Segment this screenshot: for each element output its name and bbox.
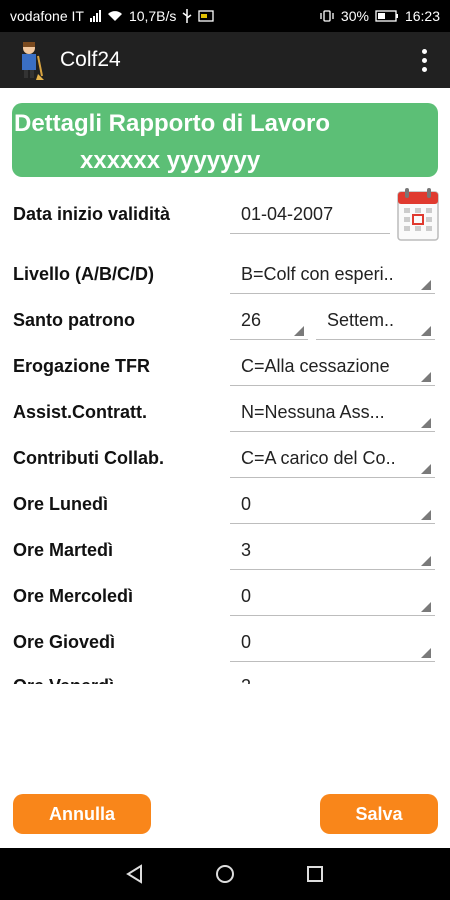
livello-value: B=Colf con esperi.. xyxy=(241,264,394,284)
header-title: Dettagli Rapporto di Lavoro xyxy=(14,110,331,137)
ore-mercoledi-select[interactable]: 0 xyxy=(230,580,435,616)
ore-giovedi-label: Ore Giovedì xyxy=(13,632,116,652)
system-nav-bar xyxy=(0,848,450,900)
app-title: Colf24 xyxy=(60,48,121,71)
recents-icon[interactable] xyxy=(304,863,326,885)
net-speed-label: 10,7B/s xyxy=(128,8,177,24)
dropdown-arrow-icon xyxy=(421,372,431,382)
ore-venerdi-value: 2 xyxy=(241,676,251,684)
vibrate-icon xyxy=(320,10,334,22)
data-inizio-field[interactable]: 01-04-2007 xyxy=(230,198,390,234)
home-icon[interactable] xyxy=(214,863,236,885)
dropdown-arrow-icon xyxy=(421,510,431,520)
santo-day-select[interactable]: 26 xyxy=(230,304,308,340)
back-icon[interactable] xyxy=(124,863,146,885)
header-subtitle: xxxxxx yyyyyyy xyxy=(80,147,261,174)
data-inizio-value: 01-04-2007 xyxy=(241,204,334,224)
livello-label: Livello (A/B/C/D) xyxy=(13,264,155,284)
cancel-button[interactable]: Annulla xyxy=(13,794,151,834)
santo-day-value: 26 xyxy=(241,310,262,330)
ore-venerdi-label: Ore Venerdì xyxy=(13,676,114,684)
ore-lunedi-label: Ore Lunedì xyxy=(13,494,109,514)
header-card: Dettagli Rapporto di Lavoro xxxxxx yyyyy… xyxy=(12,103,438,177)
ore-martedi-label: Ore Martedì xyxy=(13,540,114,560)
form-scroll-area[interactable]: Dettagli Rapporto di Lavoro xxxxxx yyyyy… xyxy=(0,88,450,684)
contributi-value: C=A carico del Co.. xyxy=(241,448,396,468)
assist-select[interactable]: N=Nessuna Ass... xyxy=(230,396,435,432)
dropdown-arrow-icon xyxy=(421,280,431,290)
battery-percent: 30% xyxy=(340,8,369,24)
dropdown-arrow-icon xyxy=(421,464,431,474)
santo-month-select[interactable]: Settem.. xyxy=(316,304,435,340)
ore-lunedi-select[interactable]: 0 xyxy=(230,488,435,524)
carrier-label: vodafone IT xyxy=(10,8,84,24)
ore-martedi-select[interactable]: 3 xyxy=(230,534,435,570)
ore-martedi-value: 3 xyxy=(241,540,252,560)
tfr-select[interactable]: C=Alla cessazione xyxy=(230,350,435,386)
calendar-icon[interactable] xyxy=(396,186,440,244)
signal-icon xyxy=(89,10,101,22)
status-bar: vodafone IT 10,7B/s 30% 16:23 xyxy=(0,0,450,32)
data-inizio-label: Data inizio validità xyxy=(13,204,171,224)
contributi-label: Contributi Collab. xyxy=(13,448,164,468)
assist-value: N=Nessuna Ass... xyxy=(241,402,385,422)
dropdown-arrow-icon xyxy=(421,556,431,566)
dropdown-arrow-icon xyxy=(421,648,431,658)
save-button[interactable]: Salva xyxy=(320,794,438,834)
app-bar: Colf24 xyxy=(0,32,450,88)
livello-select[interactable]: B=Colf con esperi.. xyxy=(230,258,435,294)
ore-lunedi-value: 0 xyxy=(241,494,252,514)
contributi-select[interactable]: C=A carico del Co.. xyxy=(230,442,435,478)
usb-icon xyxy=(182,9,192,23)
tfr-label: Erogazione TFR xyxy=(13,356,151,376)
dropdown-arrow-icon xyxy=(421,602,431,612)
ore-giovedi-select[interactable]: 0 xyxy=(230,626,435,662)
wifi-icon xyxy=(107,11,122,21)
tfr-value: C=Alla cessazione xyxy=(241,356,390,376)
ore-venerdi-select[interactable]: 2 xyxy=(230,670,435,684)
santo-label: Santo patrono xyxy=(13,310,135,330)
clock: 16:23 xyxy=(404,8,440,24)
ore-mercoledi-label: Ore Mercoledì xyxy=(13,586,134,606)
battery-icon xyxy=(375,10,398,22)
dropdown-arrow-icon xyxy=(294,326,304,336)
dropdown-arrow-icon xyxy=(421,326,431,336)
assist-label: Assist.Contratt. xyxy=(13,402,148,422)
dropdown-arrow-icon xyxy=(421,418,431,428)
ore-mercoledi-value: 0 xyxy=(241,586,252,606)
overflow-menu-icon[interactable] xyxy=(412,45,436,75)
santo-month-value: Settem.. xyxy=(327,310,395,330)
app-logo-icon xyxy=(22,42,44,80)
ore-giovedi-value: 0 xyxy=(241,632,252,652)
notification-icon xyxy=(198,10,215,22)
